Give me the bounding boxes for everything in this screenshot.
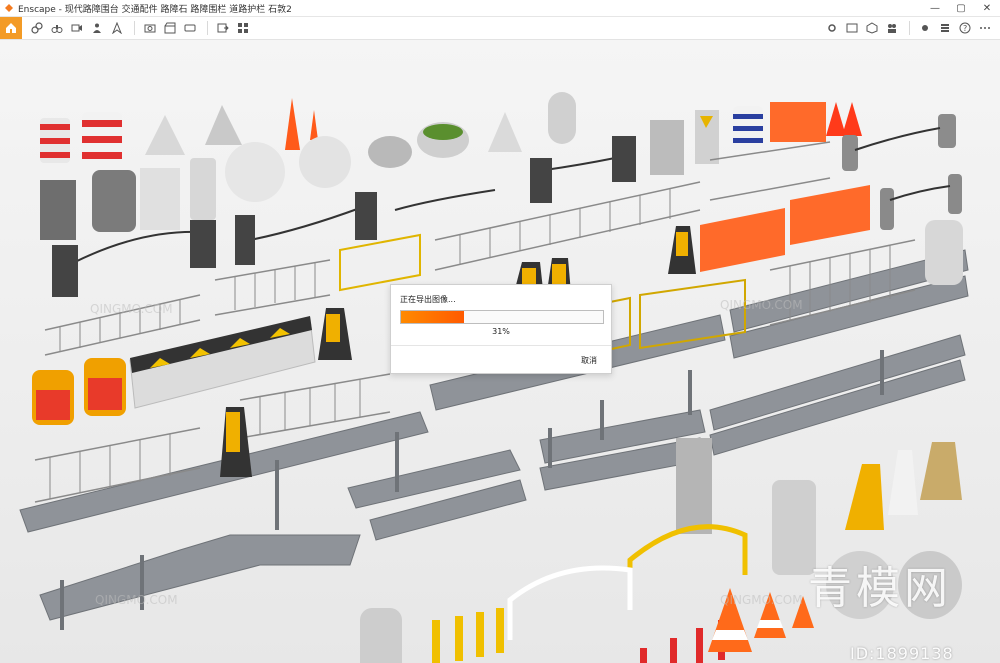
export-dialog: 正在导出图像... 31% 取消: [390, 284, 612, 374]
watermark-text: QINGMO.COM: [720, 298, 803, 312]
divider: [134, 21, 135, 35]
video-icon[interactable]: [68, 19, 86, 37]
cube-icon[interactable]: [863, 19, 881, 37]
home-icon[interactable]: [0, 17, 22, 39]
progress-percent: 31%: [492, 327, 510, 336]
asset-id-watermark: ID:1899138: [850, 644, 954, 663]
window-controls: — ▢ ✕: [922, 0, 1000, 16]
divider: [909, 21, 910, 35]
divider: [391, 345, 611, 346]
minimize-icon[interactable]: —: [922, 0, 948, 16]
more-icon[interactable]: [976, 19, 994, 37]
watermark-text: QINGMO.COM: [720, 593, 803, 607]
panorama-icon[interactable]: [181, 19, 199, 37]
capture-icon[interactable]: [141, 19, 159, 37]
title-bar: Enscape - 现代路障围台 交通配件 路障石 路障围栏 道路护栏 石敦2 …: [0, 0, 1000, 17]
brand-watermark: 青模网: [808, 563, 952, 614]
stack-icon[interactable]: [936, 19, 954, 37]
view-icon[interactable]: [843, 19, 861, 37]
compass-icon[interactable]: [108, 19, 126, 37]
window-title: Enscape - 现代路障围台 交通配件 路障石 路障围栏 道路护栏 石敦2: [18, 4, 292, 15]
binoculars-icon[interactable]: [48, 19, 66, 37]
sun-icon[interactable]: [916, 19, 934, 37]
watermark-text: QINGMO.COM: [90, 302, 173, 316]
progress-fill: [401, 311, 464, 323]
divider: [207, 21, 208, 35]
help-icon[interactable]: ?: [956, 19, 974, 37]
maximize-icon[interactable]: ▢: [948, 0, 974, 16]
asset-icon[interactable]: [234, 19, 252, 37]
toolbar-right: ?: [823, 17, 996, 39]
person-icon[interactable]: [88, 19, 106, 37]
collab-icon[interactable]: [883, 19, 901, 37]
export-icon[interactable]: [214, 19, 232, 37]
toolbar: ?: [0, 17, 1000, 40]
dialog-title: 正在导出图像...: [400, 295, 456, 304]
link-icon[interactable]: [28, 19, 46, 37]
enscape-logo-icon: [5, 4, 13, 12]
watermark-text: QINGMO.COM: [95, 593, 178, 607]
cancel-button[interactable]: 取消: [581, 355, 597, 366]
clapboard-icon[interactable]: [161, 19, 179, 37]
export-progress-bar: [400, 310, 604, 324]
close-icon[interactable]: ✕: [974, 0, 1000, 16]
svg-text:?: ?: [963, 24, 967, 33]
settings-icon[interactable]: [823, 19, 841, 37]
